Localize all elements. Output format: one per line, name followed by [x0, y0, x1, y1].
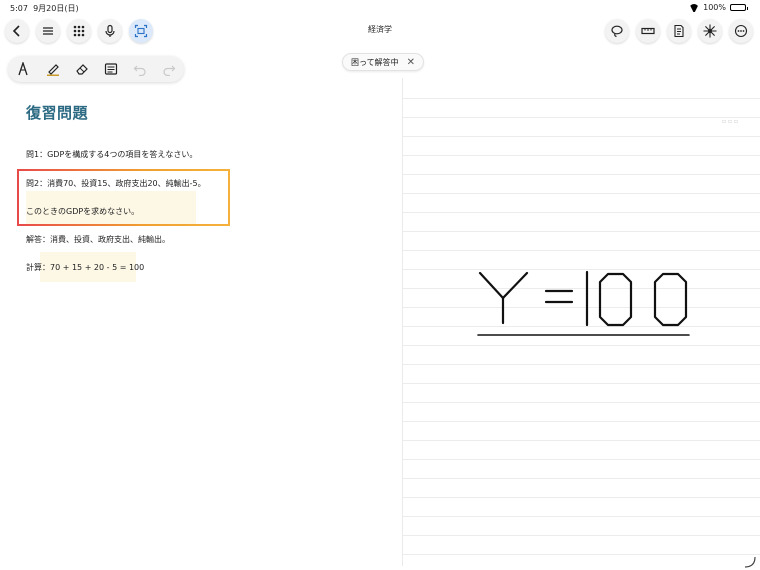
sparkle-icon[interactable]: [698, 19, 722, 43]
ruler-icon[interactable]: [636, 19, 660, 43]
redo-icon[interactable]: [161, 61, 177, 77]
wifi-icon: [689, 4, 699, 12]
status-pill: 困って解答中 ✕: [342, 53, 424, 71]
page-icon[interactable]: [667, 19, 691, 43]
battery-icon: [730, 4, 748, 11]
resize-corner-icon[interactable]: [744, 556, 756, 568]
status-bar: 5:07 9月20日(日) 100%: [0, 0, 760, 16]
eraser-icon[interactable]: [74, 61, 90, 77]
top-toolbar: 経済学: [0, 16, 760, 46]
handwritten-answer[interactable]: [474, 266, 694, 338]
highlighter-icon[interactable]: [45, 61, 61, 77]
text-box-icon[interactable]: [103, 61, 119, 77]
battery-percent: 100%: [703, 3, 726, 12]
status-pill-label: 困って解答中: [351, 57, 399, 67]
focus-highlight-box[interactable]: [17, 169, 230, 226]
pen-icon[interactable]: [15, 61, 31, 77]
note-heading: 復習問題: [26, 104, 89, 122]
tool-palette: [8, 56, 184, 82]
status-time-date: 5:07 9月20日(日): [10, 4, 79, 13]
more-icon[interactable]: [729, 19, 753, 43]
calculation-line: 計算：70 + 15 + 20 - 5 = 100: [26, 263, 145, 272]
close-icon[interactable]: ✕: [407, 57, 415, 68]
undo-icon[interactable]: [132, 61, 148, 77]
lasso-icon[interactable]: [605, 19, 629, 43]
answer-line: 解答：消費、投資、政府支出、純輸出。: [26, 235, 170, 244]
question-1: 問1：GDPを構成する4つの項目を答えなさい。: [26, 150, 198, 159]
page-watermark: ▫ ▫ ▫: [721, 118, 738, 125]
